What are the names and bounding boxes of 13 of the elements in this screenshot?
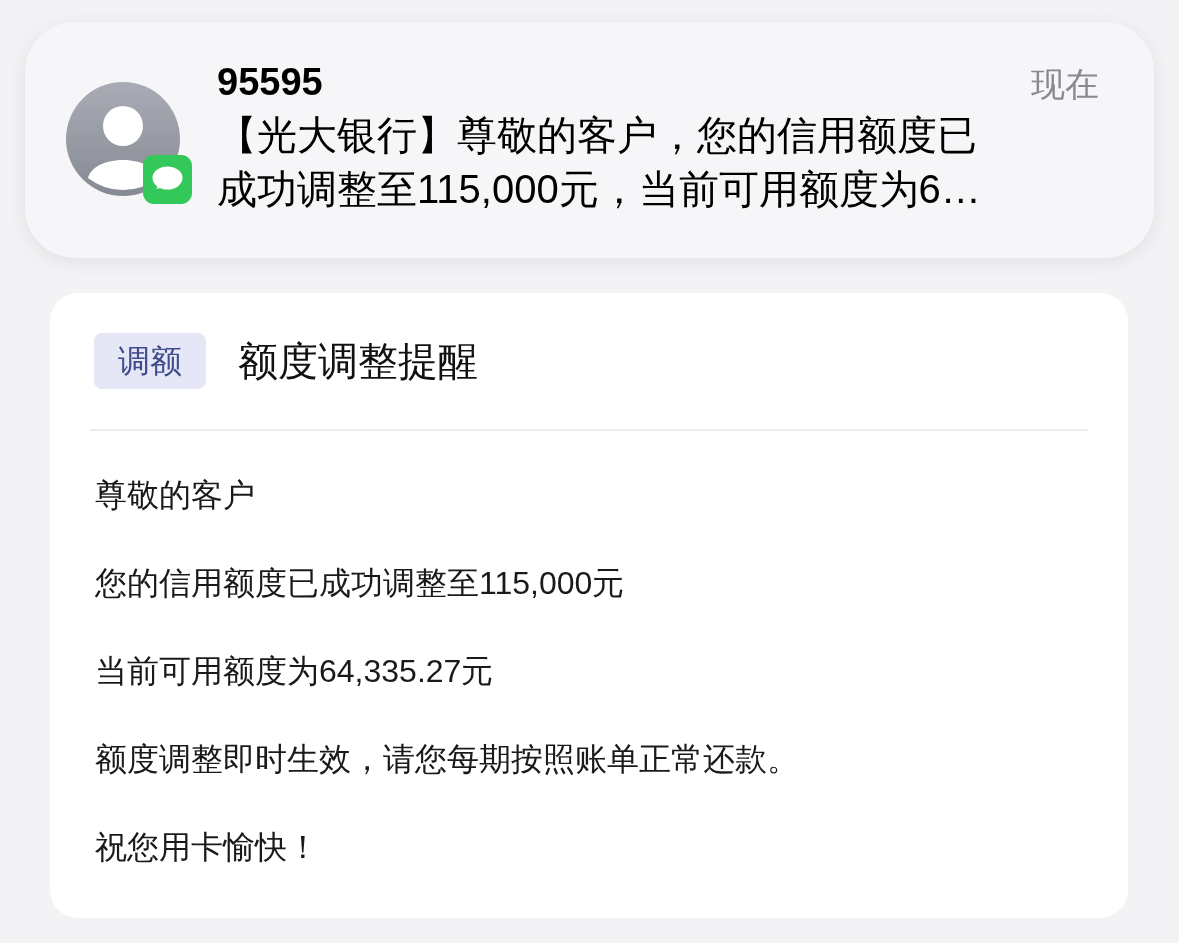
message-paragraph: 祝您用卡愉快！ xyxy=(95,828,320,867)
notification-time: 现在 xyxy=(1031,64,1099,105)
message-preview: 成功调整至115,000元，当前可用额度为6… xyxy=(217,166,982,213)
message-preview: 【光大银行】尊敬的客户，您的信用额度已 xyxy=(217,112,978,159)
card-title: 额度调整提醒 xyxy=(238,338,478,385)
notification-banner[interactable]: 95595 现在 【光大银行】尊敬的客户，您的信用额度已 成功调整至115,000元，当前可用额度为6… xyxy=(25,22,1154,258)
category-tag: 调额 xyxy=(94,333,206,389)
message-paragraph: 额度调整即时生效，请您每期按照账单正常还款。 xyxy=(95,740,800,779)
sender-name: 95595 xyxy=(217,60,323,105)
message-paragraph: 您的信用额度已成功调整至115,000元 xyxy=(95,564,626,603)
message-icon xyxy=(143,155,192,204)
message-paragraph: 当前可用额度为64,335.27元 xyxy=(95,652,495,691)
message-paragraph: 尊敬的客户 xyxy=(95,476,256,515)
